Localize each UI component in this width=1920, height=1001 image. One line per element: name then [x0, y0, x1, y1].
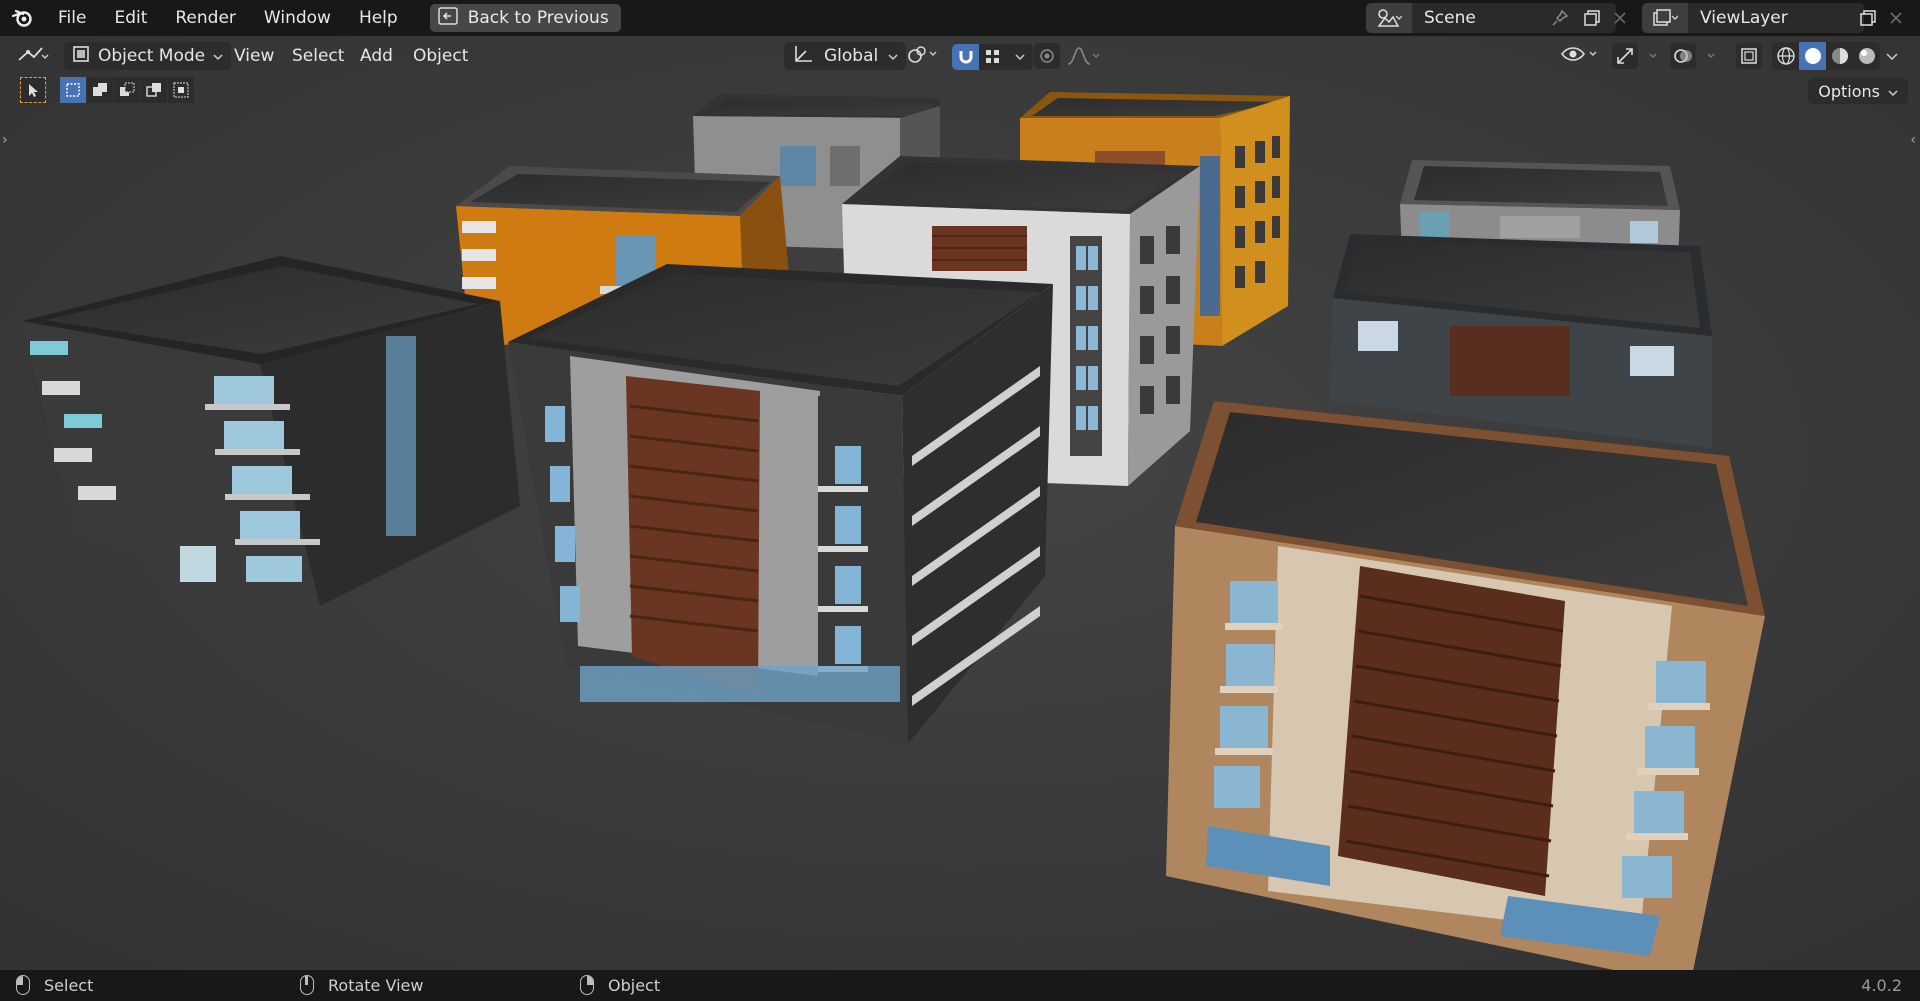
back-arrow-icon [437, 6, 458, 30]
orientation-label: Global [824, 46, 879, 66]
object-mode-icon [72, 45, 90, 68]
status-rotate-label: Rotate View [328, 975, 424, 995]
menu-add[interactable]: Add [360, 42, 393, 70]
middle-mouse-icon [300, 975, 314, 995]
menu-object[interactable]: Object [413, 42, 468, 70]
shading-mode-group [1772, 42, 1880, 70]
menu-view[interactable]: View [234, 42, 274, 70]
status-select: Select [16, 975, 93, 995]
transform-orientation-dropdown[interactable]: Global [784, 42, 907, 70]
status-object: Object [580, 975, 660, 995]
menu-window[interactable]: Window [250, 0, 345, 36]
editor-type-dropdown[interactable] [16, 42, 50, 70]
xray-toggle-icon[interactable] [1736, 42, 1762, 70]
new-scene-icon[interactable] [1580, 6, 1604, 30]
mode-label: Object Mode [98, 46, 206, 66]
pin-icon[interactable] [1548, 6, 1572, 30]
rendered-shading-icon[interactable] [1853, 42, 1880, 70]
view-layer-selector[interactable]: ViewLayer [1642, 3, 1864, 33]
version-label: 4.0.2 [1861, 976, 1902, 995]
view-layer-icon [1642, 3, 1688, 33]
extend-selection-icon[interactable] [87, 77, 113, 103]
viewport-scene [0, 36, 1920, 970]
solid-shading-icon[interactable] [1799, 42, 1826, 70]
left-mouse-icon [16, 975, 30, 995]
blender-logo-icon[interactable] [0, 0, 44, 36]
menu-edit[interactable]: Edit [100, 0, 161, 36]
close-scene-icon[interactable] [1608, 6, 1632, 30]
magnet-snap-icon[interactable] [952, 44, 979, 70]
falloff-curve-icon[interactable] [1066, 42, 1102, 70]
menu-select[interactable]: Select [292, 42, 344, 70]
editor-type-icon [16, 43, 50, 70]
set-new-selection-icon[interactable] [60, 77, 86, 103]
menu-help[interactable]: Help [345, 0, 412, 36]
back-to-previous-button[interactable]: Back to Previous [429, 4, 621, 32]
options-dropdown[interactable]: Options [1808, 78, 1908, 104]
building-brown-front [1166, 401, 1765, 970]
eye-icon [1560, 43, 1600, 70]
active-tool-group [20, 77, 47, 105]
menu-file[interactable]: File [44, 0, 100, 36]
visibility-dropdown[interactable] [1560, 42, 1600, 70]
status-object-label: Object [608, 975, 661, 995]
toolbar-expand-arrow-icon[interactable]: › [2, 132, 8, 148]
scene-selector[interactable]: Scene [1366, 3, 1616, 33]
overlays-toggle-icon[interactable] [1670, 42, 1722, 70]
new-view-layer-icon[interactable] [1856, 6, 1880, 30]
top-bar: File Edit Render Window Help Back to Pre… [0, 0, 1920, 36]
pivot-icon [906, 44, 940, 69]
status-select-label: Select [44, 975, 94, 995]
status-rotate-view: Rotate View [300, 975, 423, 995]
select-box-tool-icon[interactable] [20, 77, 46, 103]
gizmo-toggle-icon[interactable] [1612, 42, 1664, 70]
material-preview-icon[interactable] [1826, 42, 1853, 70]
mode-dropdown[interactable]: Object Mode [64, 42, 232, 70]
shading-options-chevron-icon[interactable] [1886, 42, 1898, 70]
chevron-down-icon [213, 46, 223, 66]
snap-grid-icon[interactable] [979, 44, 1006, 70]
pivot-point-dropdown[interactable] [906, 42, 940, 70]
chevron-down-icon [1888, 82, 1898, 101]
view-layer-name: ViewLayer [1700, 8, 1788, 28]
chevron-down-icon [888, 46, 898, 66]
options-label: Options [1818, 81, 1880, 101]
scene-name: Scene [1424, 8, 1476, 28]
3d-viewport[interactable] [0, 36, 1920, 970]
close-view-layer-icon[interactable] [1884, 6, 1908, 30]
right-mouse-icon [580, 975, 594, 995]
menu-render[interactable]: Render [161, 0, 250, 36]
selection-mode-group [60, 77, 195, 105]
wireframe-shading-icon[interactable] [1772, 42, 1799, 70]
subtract-selection-icon[interactable] [114, 77, 140, 103]
proportional-editing-icon[interactable] [1034, 42, 1060, 70]
back-to-previous-label: Back to Previous [467, 8, 609, 28]
sidebar-expand-arrow-icon[interactable]: ‹ [1910, 132, 1916, 148]
invert-selection-icon[interactable] [141, 77, 167, 103]
status-bar: Select Rotate View Object 4.0.2 [0, 970, 1920, 1001]
snap-group [952, 44, 1033, 70]
orientation-axes-icon [792, 44, 814, 69]
intersect-selection-icon[interactable] [168, 77, 194, 103]
scene-icon [1366, 3, 1412, 33]
chevron-down-icon[interactable] [1006, 44, 1033, 70]
